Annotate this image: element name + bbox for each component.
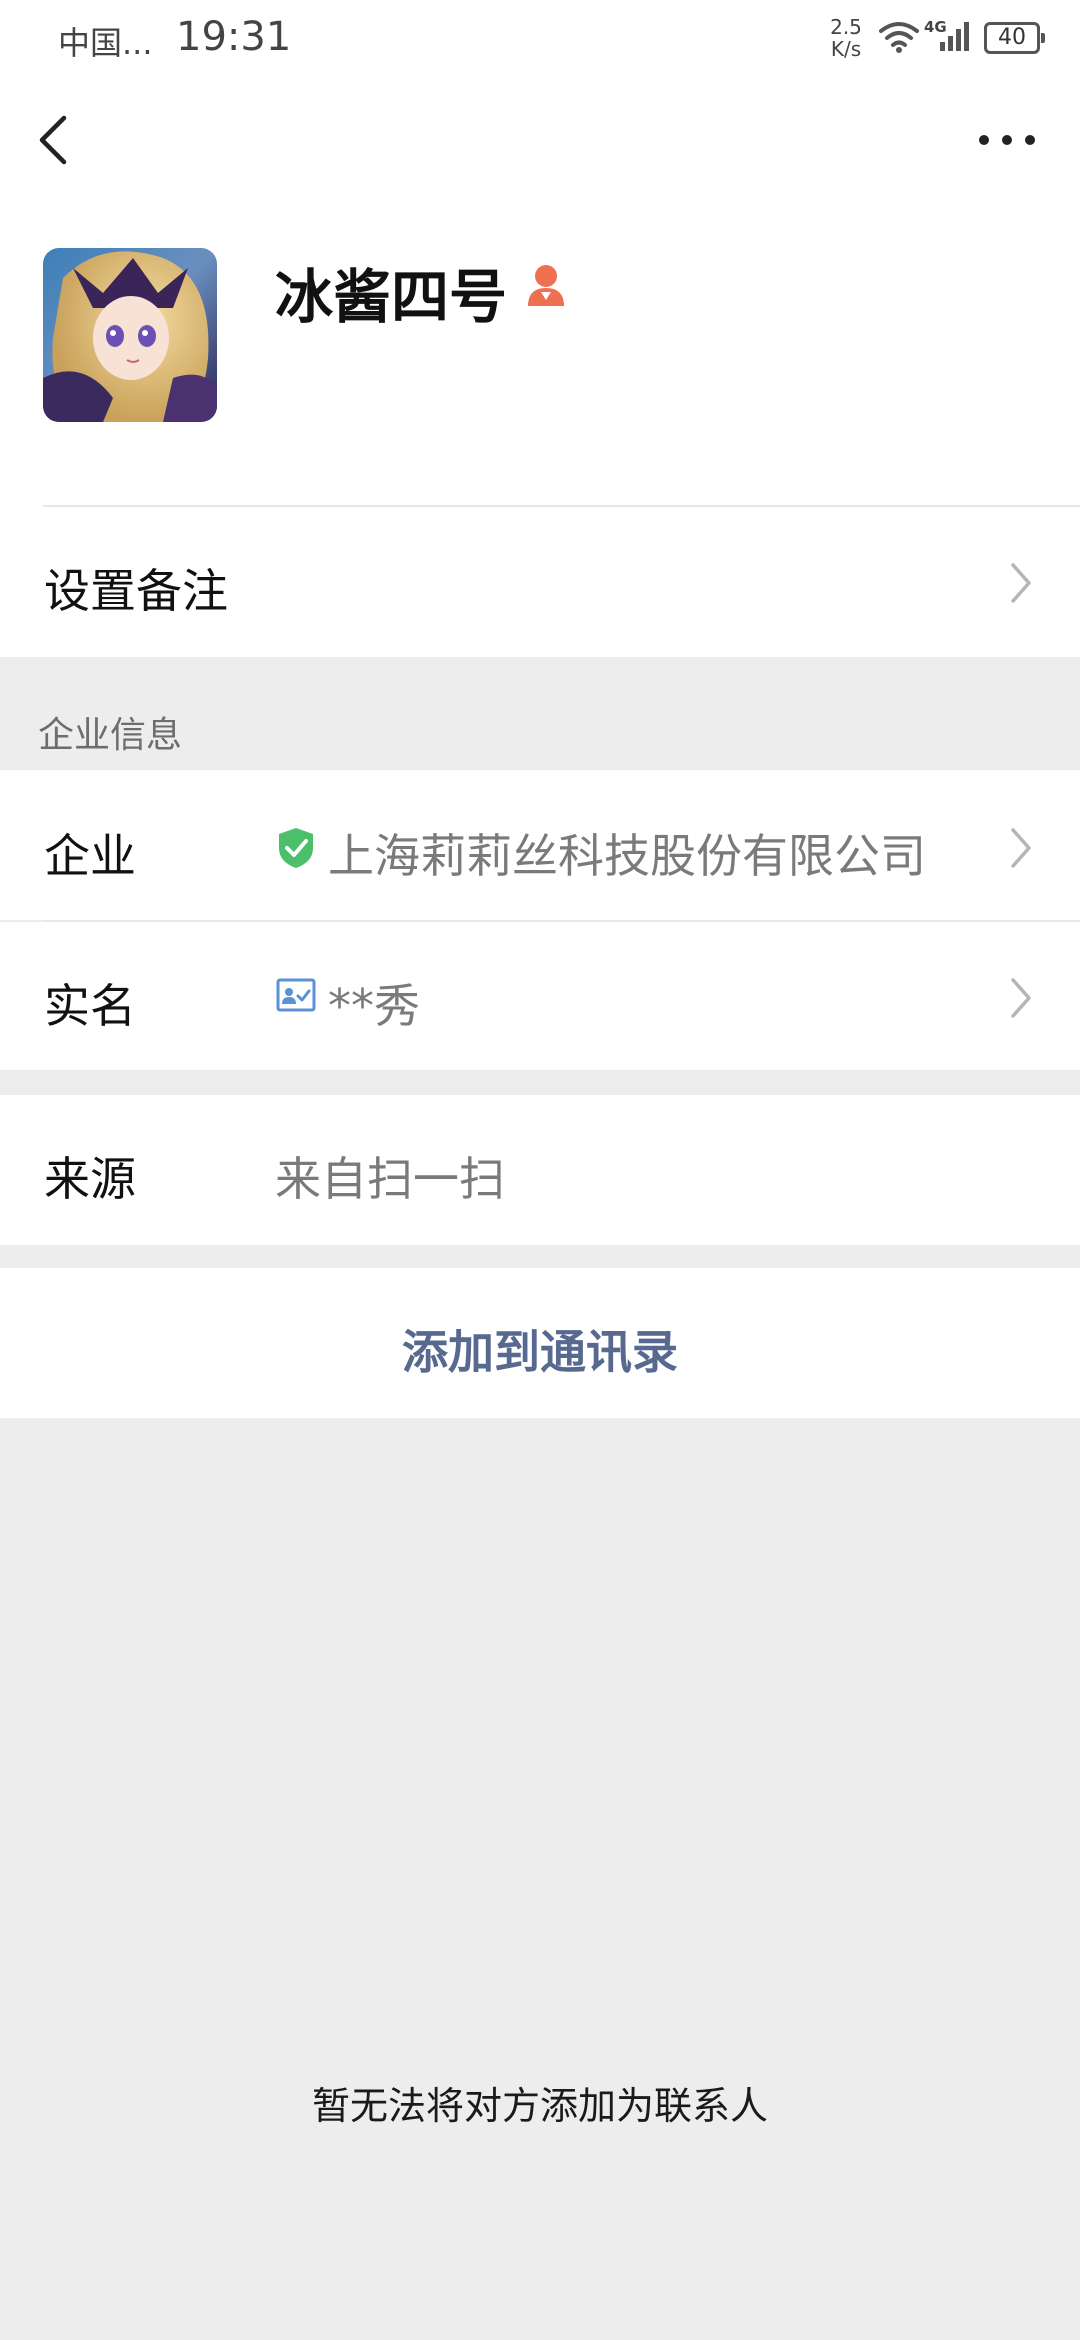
source-value: 来自扫一扫 [275,1152,505,1206]
add-to-contacts-button[interactable]: 添加到通讯录 [0,1268,1080,1418]
real-name-row[interactable]: 实名 **秀 [0,922,1080,1070]
battery-level: 40 [998,25,1026,50]
chevron-right-icon [1011,828,1031,868]
notice-toast: 暂无法将对方添加为联系人 [311,2084,768,2128]
company-label: 企业 [44,829,136,883]
section-header-enterprise: 企业信息 [38,715,183,756]
signal-icon [940,22,969,51]
avatar-image [43,248,217,422]
company-value: 上海莉莉丝科技股份有限公司 [328,829,926,883]
company-row[interactable]: 企业 上海莉莉丝科技股份有限公司 [0,770,1080,920]
chevron-right-icon [1011,978,1031,1018]
chevron-right-icon [1011,563,1031,603]
real-name-value: **秀 [328,979,420,1033]
back-button[interactable] [30,110,78,170]
status-clock: 19:31 [176,14,292,60]
person-icon [528,265,564,306]
verified-shield-icon [279,828,313,868]
profile-name: 冰酱四号 [275,263,508,331]
avatar[interactable] [43,248,217,422]
source-row: 来源 来自扫一扫 [0,1095,1080,1245]
add-to-contacts-label: 添加到通讯录 [402,1325,678,1379]
carrier-name: 中国... [58,24,153,62]
set-remark-label: 设置备注 [44,564,228,618]
network-speed-unit: K/s [830,37,862,61]
wifi-icon [879,22,919,53]
source-label: 来源 [44,1152,136,1206]
network-speed: 2.5 K/s [826,16,866,60]
set-remark-row[interactable]: 设置备注 [0,507,1080,657]
battery-icon: 40 [984,22,1045,54]
id-card-icon [276,978,316,1012]
status-bar: 中国... 19:31 2.5 K/s 4G 40 [0,0,1080,76]
network-speed-value: 2.5 [830,15,862,39]
more-options-button[interactable] [972,118,1042,162]
real-name-label: 实名 [44,979,136,1033]
